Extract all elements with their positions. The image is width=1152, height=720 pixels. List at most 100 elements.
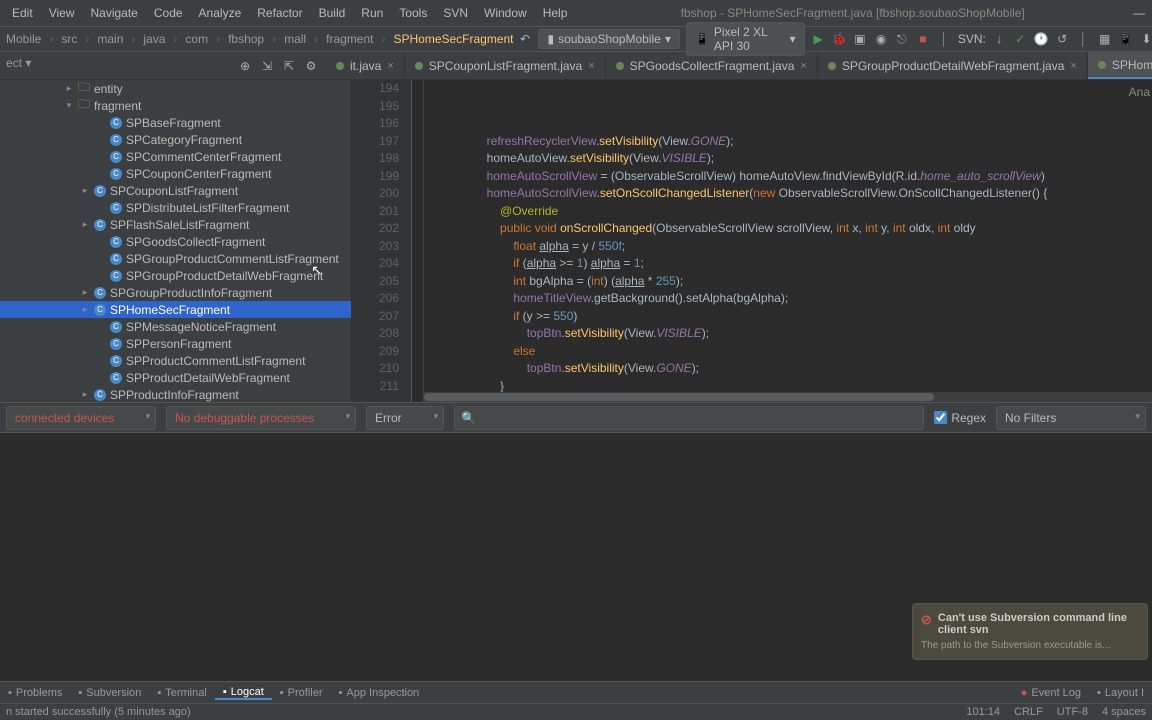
tree-item-SPBaseFragment[interactable]: CSPBaseFragment [0, 114, 351, 131]
fold-column[interactable] [412, 80, 424, 402]
debug-icon[interactable]: 🐞 [832, 30, 847, 48]
tree-item-SPGroupProductCommentListFragment[interactable]: CSPGroupProductCommentListFragment [0, 250, 351, 267]
tree-item-SPCategoryFragment[interactable]: CSPCategoryFragment [0, 131, 351, 148]
tree-item-SPCouponCenterFragment[interactable]: CSPCouponCenterFragment [0, 165, 351, 182]
code-line[interactable]: topBtn.setVisibility(View.VISIBLE); [460, 325, 1152, 343]
close-icon[interactable]: × [800, 60, 806, 72]
expand-arrow-icon[interactable]: ▸ [80, 185, 90, 196]
tree-item-SPGroupProductInfoFragment[interactable]: ▸CSPGroupProductInfoFragment [0, 284, 351, 301]
device-selector[interactable]: 📱 Pixel 2 XL API 30 ▾ [686, 22, 805, 56]
editor-tab[interactable]: SPCouponListFragment.java× [405, 52, 606, 79]
tree-item-SPProductInfoFragment[interactable]: ▸CSPProductInfoFragment [0, 386, 351, 402]
collapse-all-icon[interactable]: ⇱ [280, 57, 298, 75]
breadcrumb[interactable]: Mobile› src› main› java› com› fbshop› ma… [4, 32, 516, 46]
notification-balloon[interactable]: ⊘Can't use Subversion command line clien… [912, 603, 1148, 660]
menu-run[interactable]: Run [353, 6, 391, 20]
menu-tools[interactable]: Tools [391, 6, 435, 20]
breadcrumb-item[interactable]: main [95, 32, 125, 46]
breadcrumb-item[interactable]: src [59, 32, 79, 46]
log-level-dropdown[interactable]: Error [366, 406, 444, 430]
breadcrumb-item[interactable]: Mobile [4, 32, 43, 46]
code-line[interactable]: refreshRecyclerView.setVisibility(View.G… [460, 133, 1152, 151]
line-separator[interactable]: CRLF [1014, 706, 1043, 718]
code-area[interactable]: Ana refreshRecyclerView.setVisibility(Vi… [424, 80, 1152, 402]
tool-tab-right[interactable]: ●Event Log [1013, 687, 1089, 699]
avd-icon[interactable]: 📱 [1118, 30, 1133, 48]
tool-tab-logcat[interactable]: ▪Logcat [215, 686, 272, 700]
settings-icon[interactable]: ⚙ [302, 57, 320, 75]
select-open-file-icon[interactable]: ⊕ [236, 57, 254, 75]
device-dropdown[interactable]: connected devices [6, 406, 156, 430]
menu-edit[interactable]: Edit [4, 6, 41, 20]
svn-history-icon[interactable]: 🕐 [1034, 30, 1049, 48]
indent-info[interactable]: 4 spaces [1102, 706, 1146, 718]
tree-item-SPGoodsCollectFragment[interactable]: CSPGoodsCollectFragment [0, 233, 351, 250]
menu-window[interactable]: Window [476, 6, 535, 20]
tree-item-SPProductCommentListFragment[interactable]: CSPProductCommentListFragment [0, 352, 351, 369]
caret-position[interactable]: 101:14 [966, 706, 1000, 718]
filter-dropdown[interactable]: No Filters [996, 406, 1146, 430]
tool-tab-profiler[interactable]: ▪Profiler [272, 686, 331, 700]
tool-tab-terminal[interactable]: ▪Terminal [149, 686, 214, 700]
menu-refactor[interactable]: Refactor [249, 6, 310, 20]
sdk-icon[interactable]: ⬇ [1139, 30, 1152, 48]
code-line[interactable]: float alpha = y / 550f; [460, 238, 1152, 256]
code-line[interactable]: @Override [460, 203, 1152, 221]
code-line[interactable]: public void onScrollChanged(ObservableSc… [460, 220, 1152, 238]
tool-tab-subversion[interactable]: ▪Subversion [70, 686, 149, 700]
attach-icon[interactable]: ⎋ [894, 30, 909, 48]
breadcrumb-item[interactable]: mall [282, 32, 308, 46]
breadcrumb-item[interactable]: SPHomeSecFragment [391, 32, 515, 46]
expand-all-icon[interactable]: ⇲ [258, 57, 276, 75]
tree-item-fragment[interactable]: ▾🗀fragment [0, 97, 351, 114]
breadcrumb-item[interactable]: com [183, 32, 210, 46]
editor-tab[interactable]: it.java× [326, 52, 405, 79]
regex-checkbox[interactable]: Regex [934, 411, 986, 425]
tree-item-entity[interactable]: ▸🗀entity [0, 80, 351, 97]
expand-arrow-icon[interactable]: ▸ [80, 287, 90, 298]
expand-arrow-icon[interactable]: ▸ [80, 389, 90, 400]
menu-svn[interactable]: SVN [435, 6, 476, 20]
expand-arrow-icon[interactable]: ▸ [64, 83, 74, 94]
run-icon[interactable]: ▶ [811, 30, 826, 48]
expand-arrow-icon[interactable]: ▾ [64, 100, 74, 111]
code-line[interactable]: if (y >= 550) [460, 308, 1152, 326]
code-line[interactable]: homeTitleView.getBackground().setAlpha(b… [460, 290, 1152, 308]
menu-help[interactable]: Help [535, 6, 576, 20]
minimize-icon[interactable]: — [1130, 4, 1148, 22]
code-line[interactable]: homeAutoScrollView.setOnScollChangedList… [460, 185, 1152, 203]
editor-tab[interactable]: SPGoodsCollectFragment.java× [606, 52, 818, 79]
process-dropdown[interactable]: No debuggable processes [166, 406, 356, 430]
code-line[interactable]: topBtn.setVisibility(View.GONE); [460, 360, 1152, 378]
tool-tab-right[interactable]: ▪Layout I [1089, 687, 1152, 699]
code-editor[interactable]: 1941951961971981992002012022032042052062… [352, 80, 1152, 402]
project-tree[interactable]: ↖ ▸🗀entity▾🗀fragmentCSPBaseFragmentCSPCa… [0, 80, 352, 402]
menu-navigate[interactable]: Navigate [82, 6, 145, 20]
scrollbar-thumb[interactable] [424, 393, 934, 401]
expand-arrow-icon[interactable]: ▸ [80, 304, 90, 315]
profile-icon[interactable]: ◉ [873, 30, 888, 48]
svn-update-icon[interactable]: ↓ [992, 30, 1007, 48]
tree-item-SPFlashSaleListFragment[interactable]: ▸CSPFlashSaleListFragment [0, 216, 351, 233]
tree-item-SPCouponListFragment[interactable]: ▸CSPCouponListFragment [0, 182, 351, 199]
menu-analyze[interactable]: Analyze [191, 6, 250, 20]
code-line[interactable]: homeAutoView.setVisibility(View.VISIBLE)… [460, 150, 1152, 168]
breadcrumb-item[interactable]: fragment [324, 32, 375, 46]
back-icon[interactable]: ↶ [518, 30, 533, 48]
close-icon[interactable]: × [588, 60, 594, 72]
menu-build[interactable]: Build [311, 6, 354, 20]
breadcrumb-item[interactable]: java [141, 32, 167, 46]
tree-item-SPGroupProductDetailWebFragment[interactable]: CSPGroupProductDetailWebFragment [0, 267, 351, 284]
menu-view[interactable]: View [41, 6, 83, 20]
svn-commit-icon[interactable]: ✓ [1013, 30, 1028, 48]
tree-item-SPHomeSecFragment[interactable]: ▸CSPHomeSecFragment [0, 301, 351, 318]
menu-code[interactable]: Code [146, 6, 191, 20]
project-view-dropdown[interactable]: ect ▾ [0, 52, 37, 74]
stop-icon[interactable]: ■ [915, 30, 930, 48]
svn-rollback-icon[interactable]: ↺ [1055, 30, 1070, 48]
code-line[interactable]: else [460, 343, 1152, 361]
ide-icon[interactable]: ▦ [1097, 30, 1112, 48]
inspection-widget[interactable]: Ana [1129, 84, 1150, 102]
coverage-icon[interactable]: ▣ [853, 30, 868, 48]
code-line[interactable]: int bgAlpha = (int) (alpha * 255); [460, 273, 1152, 291]
